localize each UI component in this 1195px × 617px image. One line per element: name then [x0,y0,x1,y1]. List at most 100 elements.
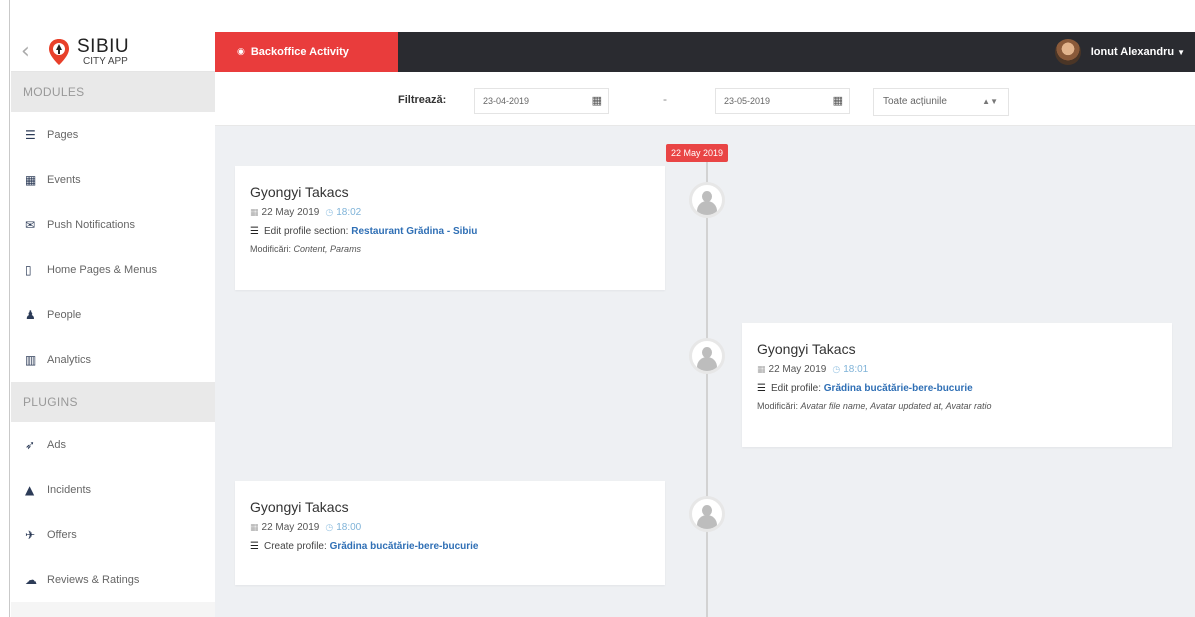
sidebar-item-label: People [47,308,82,321]
filter-label: Filtrează: [398,94,447,106]
logo-bar: ‹ SIBIU CITY APP [11,32,215,72]
entry-action: ☰ Edit profile: Grădina bucătărie-bere-bu… [757,383,1157,394]
entry-target-link[interactable]: Grădina bucătărie-bere-bucurie [330,541,479,552]
sidebar-item-home-pages-menus[interactable]: ▯ Home Pages & Menus [11,247,215,292]
calendar-icon[interactable]: ▦ [833,89,843,113]
from-date-input[interactable]: 23-04-2019 ▦ [474,88,609,114]
eye-icon: ◉ [237,47,245,57]
logo-title: SIBIU [77,35,130,57]
timeline-line [706,160,708,617]
entry-date: 22 May 2019 [261,207,320,218]
entry-time-wrap: ◷ 18:02 [325,207,361,218]
bar-chart-icon: ▥ [25,352,37,367]
sidebar-item-label: Reviews & Ratings [47,573,140,586]
user-name: Ionut Alexandru [1090,46,1175,58]
entry-time: 18:00 [336,522,362,533]
entry-action-text: Edit profile section: [263,226,349,237]
modules-section-title: MODULES [11,72,215,112]
entry-time-wrap: ◷ 18:00 [325,522,361,533]
entry-user-name: Gyongyi Takacs [250,184,349,200]
back-chevron-icon[interactable]: ‹ [21,39,47,64]
entry-modifications: Modificări: Content, Params [250,244,650,254]
plugins-section-title: PLUGINS [11,382,215,422]
calendar-icon: ▦ [250,207,259,218]
sidebar-item-label: Analytics [47,353,92,366]
list-icon: ☰ [250,541,259,552]
clock-icon: ◷ [325,523,334,533]
sidebar-item-label: Pages [47,128,79,141]
user-icon: ♟ [25,307,36,322]
clock-icon: ◷ [832,365,841,375]
entry-modifications: Modificări: Avatar file name, Avatar upd… [757,401,1157,411]
select-value: Toate acțiunile [883,96,947,107]
list-icon: ☰ [250,226,259,237]
entry-meta: ▦ 22 May 2019 ◷ 18:01 [757,364,1157,375]
calendar-icon: ▦ [250,522,259,533]
calendar-icon: ▦ [757,364,766,375]
mod-value: Content, Params [293,244,362,254]
sidebar-item-people[interactable]: ♟ People [11,292,215,337]
select-arrows-icon: ▲▼ [982,97,998,106]
sidebar-item-ads[interactable]: ➶ Ads [11,422,215,467]
logo-text[interactable]: SIBIU CITY APP [77,37,129,67]
entry-action-text: Edit profile: [770,383,821,394]
mod-label: Modificări: [757,401,799,411]
sidebar-item-label: Home Pages & Menus [47,263,158,276]
entry-user-name: Gyongyi Takacs [250,499,349,515]
sidebar-item-label: Offers [47,528,77,541]
sidebar-item-offers[interactable]: ✈ Offers [11,512,215,557]
list-icon: ☰ [757,383,766,394]
plane-icon: ✈ [25,527,36,542]
list-icon: ☰ [25,127,36,142]
user-menu[interactable]: Ionut Alexandru ▼ [1054,32,1185,72]
sidebar-item-incidents[interactable]: ▲ Incidents [11,467,215,512]
entry-target-link[interactable]: Restaurant Grădina - Sibiu [351,226,477,237]
entry-time: 18:02 [336,207,362,218]
entry-date: 22 May 2019 [768,364,827,375]
calendar-icon: ▦ [25,172,37,187]
sidebar-item-label: Push Notifications [47,218,136,231]
sidebar-item-label: Events [47,173,81,186]
comment-icon: ☁ [25,572,37,587]
sidebar-item-analytics[interactable]: ▥ Analytics [11,337,215,382]
sidebar-item-pages[interactable]: ☰ Pages [11,112,215,157]
entry-target-link[interactable]: Grădina bucătărie-bere-bucurie [824,383,973,394]
sidebar-item-reviews-ratings[interactable]: ☁ Reviews & Ratings [11,557,215,602]
filter-bar: Filtrează: 23-04-2019 ▦ - 23-05-2019 ▦ T… [215,72,1195,126]
entry-time: 18:01 [843,364,869,375]
sidebar-item-label: Incidents [47,483,92,496]
entry-action: ☰ Create profile: Grădina bucătărie-bere-… [250,541,650,552]
sidebar: ‹ SIBIU CITY APP MODULES ☰ Pages ▦ Events … [11,32,215,617]
from-date-value: 23-04-2019 [483,96,530,106]
timeline-entry: Gyongyi Takacs ▦ 22 May 2019 ◷ 18:02 ☰ Edit… [235,166,665,290]
logo-subtitle: CITY APP [83,55,128,67]
timeline-entry: Gyongyi Takacs ▦ 22 May 2019 ◷ 18:01 ☰ Edit… [742,323,1172,447]
date-separator: - [663,92,667,106]
logo-icon [47,38,71,66]
calendar-icon[interactable]: ▦ [592,89,602,113]
envelope-icon: ✉ [25,217,36,232]
entry-action-text: Create profile: [263,541,327,552]
entry-meta: ▦ 22 May 2019 ◷ 18:00 [250,522,650,533]
top-navbar: ◉ Backoffice Activity Ionut Alexandru ▼ [215,32,1195,72]
caret-down-icon: ▼ [1177,47,1185,57]
sidebar-item-events[interactable]: ▦ Events [11,157,215,202]
tab-label: Backoffice Activity [250,46,349,58]
mod-label: Modificări: [250,244,292,254]
clock-icon: ◷ [325,208,334,218]
entry-date: 22 May 2019 [261,522,320,533]
tab-backoffice-activity[interactable]: ◉ Backoffice Activity [215,32,398,72]
sidebar-item-push-notifications[interactable]: ✉ Push Notifications [11,202,215,247]
rocket-icon: ➶ [25,437,36,452]
timeline-avatar [689,338,725,374]
mobile-icon: ▯ [25,262,32,277]
timeline-entry: Gyongyi Takacs ▦ 22 May 2019 ◷ 18:00 ☰ Crea… [235,481,665,585]
date-badge: 22 May 2019 [666,144,729,162]
to-date-input[interactable]: 23-05-2019 ▦ [715,88,850,114]
entry-user-name: Gyongyi Takacs [757,341,856,357]
timeline-avatar [689,496,725,532]
action-type-select[interactable]: Toate acțiunile ▲▼ [873,88,1009,116]
timeline-area: 22 May 2019 Gyongyi Takacs ▦ 22 May 2019 … [215,126,1195,617]
entry-time-wrap: ◷ 18:01 [832,364,868,375]
entry-meta: ▦ 22 May 2019 ◷ 18:02 [250,207,650,218]
